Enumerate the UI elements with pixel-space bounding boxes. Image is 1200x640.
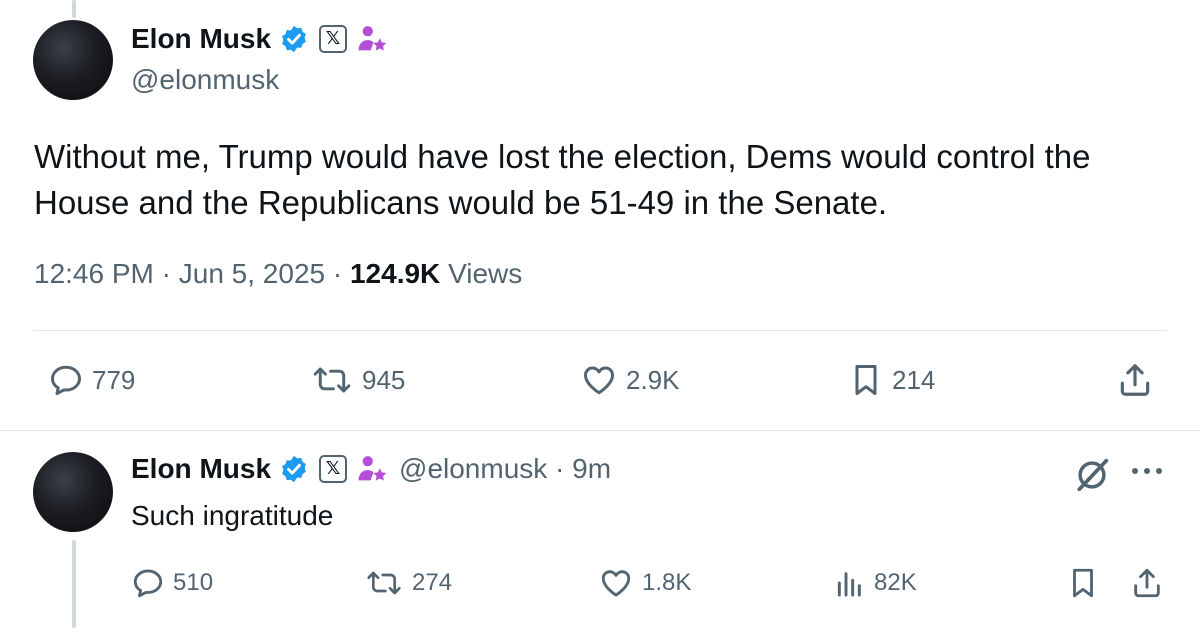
separator-dot: · [332, 258, 350, 289]
reply-button[interactable]: 779 [48, 362, 135, 398]
separator-dot: · [547, 453, 573, 484]
separator-dot: · [161, 258, 179, 289]
reply-count: 779 [92, 364, 136, 395]
like-count: 1.8K [642, 569, 692, 596]
author-row: Elon Musk 𝕏 [131, 22, 389, 56]
tweet-date[interactable]: Jun 5, 2025 [179, 258, 325, 289]
views-icon [837, 572, 861, 597]
more-icon[interactable] [1130, 465, 1164, 477]
divider [34, 330, 1166, 331]
x-logo-icon[interactable]: 𝕏 [319, 25, 348, 53]
person-star-icon[interactable] [355, 22, 389, 56]
like-icon [601, 570, 631, 597]
tweet-meta: 12:46 PM · Jun 5, 2025 · 124.9K Views [34, 258, 522, 290]
bookmark-button[interactable]: 214 [848, 362, 935, 398]
views-button[interactable]: 82K [834, 566, 917, 600]
avatar[interactable] [33, 452, 113, 532]
bookmark-icon [855, 365, 877, 395]
tweet-time[interactable]: 12:46 PM [34, 258, 154, 289]
repost-count: 274 [412, 569, 453, 596]
repost-button[interactable]: 945 [310, 362, 405, 398]
share-icon[interactable] [1130, 566, 1164, 600]
repost-count: 945 [362, 364, 406, 395]
divider [0, 430, 1200, 431]
person-star-icon[interactable] [355, 452, 389, 486]
verified-badge-icon[interactable] [279, 454, 309, 484]
views-label: Views [448, 258, 523, 289]
thread-line-top [72, 0, 76, 18]
repost-button[interactable]: 274 [364, 566, 452, 600]
views-count: 82K [874, 569, 917, 596]
verified-badge-icon[interactable] [279, 24, 309, 54]
reply-count: 510 [173, 569, 214, 596]
author-name[interactable]: Elon Musk [131, 23, 271, 55]
author-name[interactable]: Elon Musk [131, 453, 271, 485]
share-icon[interactable] [1116, 361, 1154, 399]
tweet-text: Such ingratitude [131, 500, 334, 531]
author-handle[interactable]: @elonmusk [131, 64, 279, 96]
like-icon [584, 366, 614, 395]
bookmark-count: 214 [892, 364, 936, 395]
views-count: 124.9K [349, 258, 441, 289]
bookmark-icon[interactable] [1066, 566, 1100, 600]
avatar[interactable] [33, 20, 113, 100]
reply-icon [133, 569, 163, 598]
reply-button[interactable]: 510 [131, 566, 213, 600]
thread-line-bottom [72, 540, 76, 628]
tweet-age[interactable]: 9m [572, 453, 611, 485]
repost-icon [313, 367, 351, 393]
reply-icon [51, 365, 81, 395]
like-button[interactable]: 2.9K [580, 362, 680, 398]
repost-icon [367, 571, 401, 595]
like-button[interactable]: 1.8K [598, 566, 691, 600]
grok-icon[interactable] [1073, 456, 1111, 494]
x-logo-icon[interactable]: 𝕏 [319, 455, 348, 483]
author-handle[interactable]: @elonmusk [399, 453, 547, 485]
reply-author-row: Elon Musk 𝕏 @elonmusk · 9m [131, 452, 611, 486]
like-count: 2.9K [626, 364, 680, 395]
tweet-text: Without me, Trump would have lost the el… [34, 138, 1091, 221]
